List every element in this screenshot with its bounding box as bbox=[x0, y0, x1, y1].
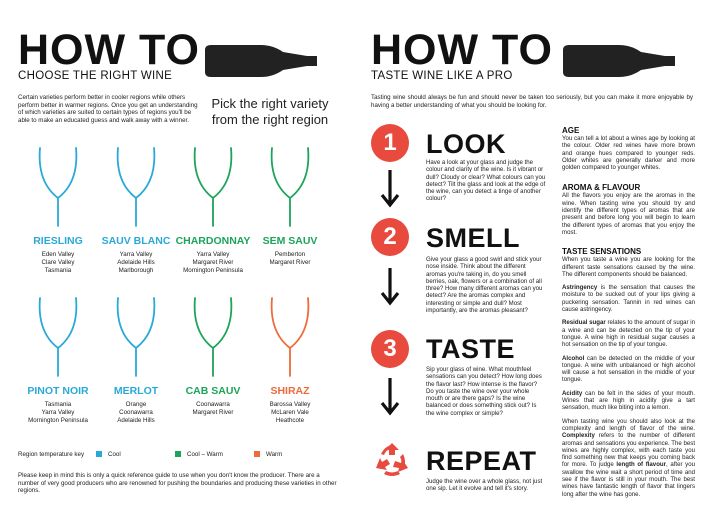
complexity-term: Complexity bbox=[562, 432, 595, 440]
region-name: Adelaide Hills bbox=[117, 416, 155, 424]
astringency-paragraph: Astringency is the sensation that causes… bbox=[562, 284, 695, 313]
right-intro: Tasting wine should always be fun and sh… bbox=[371, 94, 693, 109]
step-repeat-text: Judge the wine over a whole glass, not j… bbox=[426, 478, 543, 493]
pick-line-1: Pick the right variety bbox=[211, 96, 329, 111]
wine-bottle-icon bbox=[561, 42, 679, 85]
acidity-text: can be felt in the sides of your mouth. … bbox=[562, 389, 695, 412]
region-name: Heathcote bbox=[275, 416, 305, 424]
recycle-icon bbox=[372, 440, 412, 485]
acidity-paragraph: Acidity can be felt in the sides of your… bbox=[562, 390, 695, 412]
wine-glass-icon bbox=[268, 146, 312, 235]
left-heading: HOW TO bbox=[18, 26, 200, 74]
aroma-title: AROMA & FLAVOUR bbox=[562, 183, 641, 193]
sugar-paragraph: Residual sugar relates to the amount of … bbox=[562, 319, 695, 348]
key-label: Region temperature key bbox=[18, 451, 85, 458]
region-name: Margaret River bbox=[269, 258, 311, 266]
step-1-title: LOOK bbox=[426, 129, 506, 159]
pick-line-2: from the right region bbox=[211, 112, 329, 127]
region-name: Barossa Valley bbox=[269, 401, 311, 408]
variety-regions: Pemberton Margaret River bbox=[240, 251, 340, 267]
left-intro: Certain varieties perform better in cool… bbox=[18, 94, 198, 124]
region-name: Pemberton bbox=[274, 251, 306, 258]
left-footer: Please keep in mind this is only a quick… bbox=[18, 472, 337, 495]
wine-glass-icon bbox=[36, 296, 80, 385]
wine-glass-icon bbox=[36, 146, 80, 235]
variety-regions: Barossa Valley McLaren Vale Heathcote bbox=[240, 401, 340, 424]
left-subtitle: CHOOSE THE RIGHT WINE bbox=[18, 70, 173, 82]
step-2-title: SMELL bbox=[426, 223, 520, 253]
pick-heading: Pick the right variety from the right re… bbox=[200, 96, 340, 128]
aroma-text: All the flavors you enjoy are the aromas… bbox=[562, 192, 695, 236]
key-swatch-cool-warm bbox=[175, 451, 181, 457]
complexity-paragraph: When tasting wine you should also look a… bbox=[562, 418, 695, 498]
sensations-intro: When you taste a wine you are looking fo… bbox=[562, 256, 695, 278]
sugar-term: Residual sugar bbox=[562, 319, 606, 327]
step-3-number: 3 bbox=[371, 330, 409, 368]
key-swatch-cool bbox=[96, 451, 102, 457]
wine-glass-icon bbox=[114, 146, 158, 235]
arrow-down-icon bbox=[380, 170, 400, 215]
wine-glass-icon bbox=[114, 296, 158, 385]
key-cool-label: Cool bbox=[108, 451, 121, 458]
length-term: length of flavour bbox=[616, 461, 667, 469]
right-heading: HOW TO bbox=[371, 26, 553, 74]
key-swatch-warm bbox=[254, 451, 260, 457]
alcohol-paragraph: Alcohol can be detected on the middle of… bbox=[562, 355, 695, 384]
astringency-term: Astringency bbox=[562, 284, 598, 292]
age-title: AGE bbox=[562, 126, 580, 135]
variety-name: SEM SAUV bbox=[262, 235, 318, 247]
right-subtitle: TASTE WINE LIKE A PRO bbox=[371, 70, 513, 82]
step-3-text: Sip your glass of wine. What mouthfeel s… bbox=[426, 366, 542, 417]
alcohol-term: Alcohol bbox=[562, 354, 585, 362]
step-2-text: Give your glass a good swirl and stick y… bbox=[426, 256, 543, 315]
region-name: McLaren Vale bbox=[271, 408, 309, 416]
variety-name: SHIRAZ bbox=[270, 385, 310, 397]
step-3-title: TASTE bbox=[426, 334, 515, 364]
sensations-title: TASTE SENSATIONS bbox=[562, 247, 642, 257]
age-text: You can tell a lot about a wines age by … bbox=[562, 135, 695, 172]
step-2-number: 2 bbox=[371, 218, 409, 256]
step-1-number: 1 bbox=[371, 124, 409, 162]
wine-glass-icon bbox=[268, 296, 312, 385]
arrow-down-icon bbox=[380, 378, 400, 423]
step-1-text: Have a look at your glass and judge the … bbox=[426, 159, 546, 203]
key-cool-warm-label: Cool – Warm bbox=[187, 451, 223, 458]
arrow-down-icon bbox=[380, 268, 400, 313]
acidity-term: Acidity bbox=[562, 389, 583, 397]
key-warm-label: Warm bbox=[266, 451, 283, 458]
wine-glass-icon bbox=[191, 296, 235, 385]
wine-bottle-icon bbox=[203, 42, 321, 85]
region-name: Mornington Peninsula bbox=[183, 266, 243, 274]
step-repeat-title: REPEAT bbox=[426, 446, 537, 476]
right-info-column: AGE You can tell a lot about a wines age… bbox=[562, 126, 695, 498]
complexity-pre: When tasting wine you should also look a… bbox=[562, 417, 695, 432]
wine-glass-icon bbox=[191, 146, 235, 235]
